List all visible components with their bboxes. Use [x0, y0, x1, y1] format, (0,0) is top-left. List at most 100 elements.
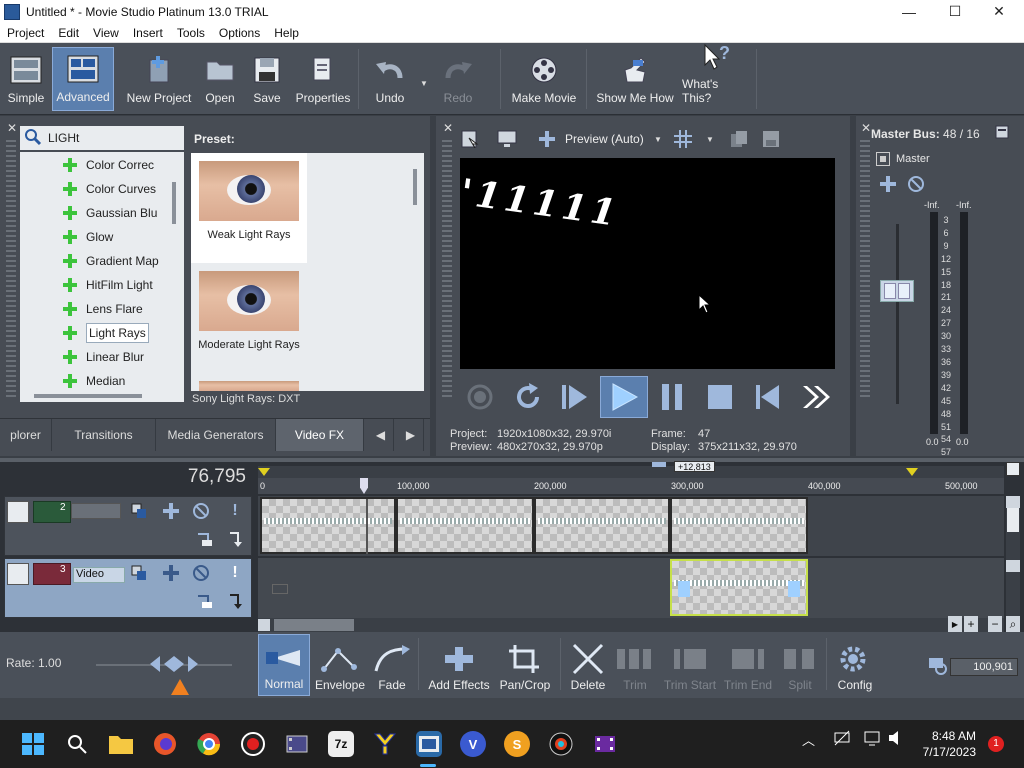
chrome-icon[interactable] — [196, 731, 222, 757]
composite-mode-icon[interactable] — [129, 501, 149, 521]
tab-video-fx[interactable]: Video FX — [276, 419, 364, 451]
menu-insert[interactable]: Insert — [126, 26, 170, 40]
7zip-icon[interactable]: 7z — [328, 731, 354, 757]
menu-help[interactable]: Help — [267, 26, 306, 40]
video-clip-selected[interactable] — [670, 559, 808, 616]
panel-grip[interactable] — [442, 140, 452, 400]
event-handle[interactable] — [678, 581, 690, 597]
track-header-selected[interactable]: 3 Video ! — [4, 558, 252, 618]
menu-tools[interactable]: Tools — [170, 26, 212, 40]
video-clip[interactable] — [260, 497, 396, 554]
track-mute-icon[interactable] — [191, 563, 211, 583]
close-button[interactable]: ✕ — [976, 0, 1022, 23]
film-app-icon[interactable] — [592, 731, 618, 757]
event-handle[interactable] — [788, 581, 800, 597]
go-to-start-icon[interactable] — [746, 376, 790, 418]
video-preview[interactable]: '11111 — [460, 158, 835, 369]
play-button[interactable] — [600, 376, 648, 418]
tree-vscrollbar[interactable] — [172, 182, 176, 224]
add-effects-button[interactable]: Add Effects — [426, 634, 492, 696]
tab-media-generators[interactable]: Media Generators — [156, 419, 276, 451]
search-input[interactable]: LIGHt — [48, 131, 79, 145]
rate-slider-thumb[interactable] — [170, 678, 190, 699]
preset-item[interactable]: Moderate Light Rays — [191, 263, 307, 373]
zoom-in-icon[interactable]: + — [964, 616, 978, 632]
new-project-button[interactable]: New Project — [124, 47, 194, 111]
track-fx-icon[interactable] — [161, 563, 181, 583]
zoom-level-field[interactable]: 100,901 — [950, 658, 1018, 676]
master-fx-icon[interactable] — [878, 174, 898, 194]
v-app-icon[interactable]: V — [460, 731, 486, 757]
save-button[interactable]: Save — [248, 47, 286, 111]
marker-bar[interactable] — [258, 466, 1004, 478]
make-movie-button[interactable]: Make Movie — [508, 47, 580, 111]
track-name-field[interactable] — [71, 503, 121, 519]
network-icon[interactable] — [834, 730, 850, 749]
video-clip[interactable] — [534, 497, 670, 554]
preset-item[interactable] — [191, 379, 307, 391]
track-name-field[interactable]: Video — [73, 567, 125, 583]
more-controls-icon[interactable] — [794, 376, 838, 418]
chevron-down-icon[interactable]: ▼ — [700, 129, 720, 149]
compositing-parent-icon[interactable] — [195, 529, 215, 549]
undo-button[interactable]: Undo — [366, 47, 414, 111]
timeline-options-icon[interactable] — [1006, 462, 1020, 476]
zoom-tool-icon[interactable]: ⌕ — [1006, 616, 1020, 632]
undo-dropdown-icon[interactable]: ▼ — [414, 73, 434, 93]
fx-item[interactable]: Color Curves — [62, 178, 156, 200]
tab-scroll-left-icon[interactable]: ◀ — [368, 419, 394, 451]
s-app-icon[interactable]: S — [504, 731, 530, 757]
track-lane[interactable] — [258, 558, 1004, 618]
pan-crop-button[interactable]: Pan/Crop — [496, 634, 554, 696]
scroll-thumb[interactable] — [274, 619, 354, 631]
video-clip[interactable] — [396, 497, 534, 554]
recorder-icon[interactable] — [240, 731, 266, 757]
volume-icon[interactable] — [888, 730, 904, 749]
trim-end-button[interactable]: Trim End — [722, 634, 774, 696]
tab-scroll-right-icon[interactable]: ▶ — [398, 419, 424, 451]
compositing-child-icon[interactable] — [227, 529, 247, 549]
fx-item[interactable]: Median — [62, 370, 125, 392]
vscroll-thumb[interactable] — [1007, 508, 1019, 532]
grid-icon[interactable] — [672, 128, 694, 150]
normal-edit-tool-button[interactable]: Normal — [258, 634, 310, 696]
external-monitor-icon[interactable] — [494, 128, 520, 150]
fx-item[interactable]: Lens Flare — [62, 298, 143, 320]
scroll-left-icon[interactable] — [258, 619, 270, 631]
fade-tool-button[interactable]: Fade — [370, 634, 414, 696]
panel-grip[interactable] — [6, 140, 16, 400]
channel-fx-icon[interactable] — [876, 152, 890, 166]
composite-mode-icon[interactable] — [129, 563, 149, 583]
open-button[interactable]: Open — [200, 47, 240, 111]
mute-icon[interactable] — [906, 174, 926, 194]
volume-fader[interactable] — [880, 280, 914, 302]
trim-button[interactable]: Trim — [612, 634, 658, 696]
video-fx-icon[interactable] — [458, 128, 482, 150]
track-menu-icon[interactable] — [7, 563, 29, 585]
monitor-icon[interactable] — [864, 730, 880, 749]
video-editor-icon[interactable] — [284, 731, 310, 757]
scroll-up-icon[interactable] — [1006, 496, 1020, 508]
track-lane[interactable] — [258, 496, 1004, 556]
config-button[interactable]: Config — [832, 634, 878, 696]
preview-quality-dropdown[interactable]: Preview (Auto) — [565, 132, 644, 146]
fx-item[interactable]: Glow — [62, 226, 113, 248]
file-explorer-icon[interactable] — [108, 731, 134, 757]
search-icon[interactable] — [64, 731, 90, 757]
trim-start-button[interactable]: Trim Start — [662, 634, 718, 696]
minimize-button[interactable]: — — [886, 0, 932, 23]
advanced-button[interactable]: Advanced — [52, 47, 114, 111]
timeline-ruler[interactable]: 0 100,000 200,000 300,000 400,000 500,00… — [258, 478, 1004, 494]
fx-item[interactable]: HitFilm Light — [62, 274, 153, 296]
whats-this-button[interactable]: ? What's This? — [682, 43, 750, 111]
maximize-button[interactable]: ☐ — [932, 0, 978, 23]
envelope-tool-button[interactable]: Envelope — [312, 634, 368, 696]
fx-item[interactable]: Gaussian Blu — [62, 202, 157, 224]
scroll-down-icon[interactable] — [1006, 560, 1020, 572]
split-button[interactable]: Split — [778, 634, 822, 696]
track-header[interactable]: 2 ! — [4, 496, 252, 556]
zoom-icon[interactable] — [928, 656, 948, 679]
track-solo-icon[interactable]: ! — [225, 563, 245, 583]
chevron-up-icon[interactable]: ︿ — [802, 730, 815, 749]
loop-start-marker[interactable] — [258, 468, 270, 476]
